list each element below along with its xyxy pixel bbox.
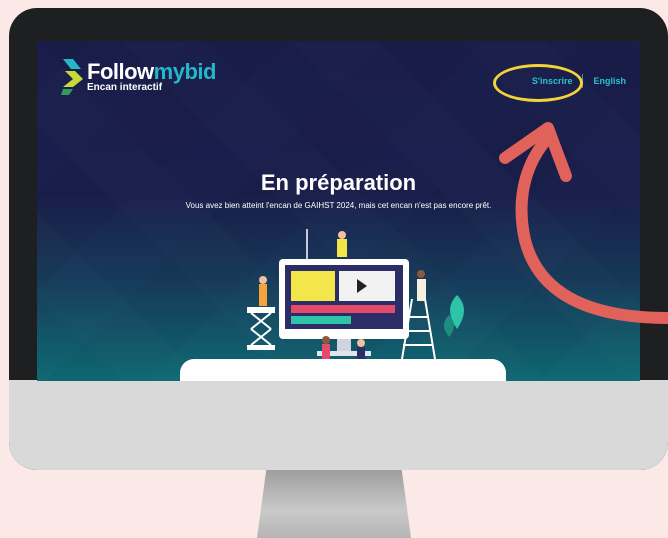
under-construction-illustration (247, 229, 464, 367)
logo-arrow-icon (61, 59, 83, 95)
monitor-stand (257, 470, 411, 538)
page-title: En préparation (260, 170, 417, 195)
logo-name: Followmybid (87, 61, 216, 83)
register-highlight-circle (493, 64, 583, 102)
logo-name-part2: mybid (153, 59, 217, 84)
language-link[interactable]: English (593, 76, 626, 86)
monitor-chin (9, 380, 668, 470)
logo-name-part1: Follow (87, 59, 154, 84)
page-subtitle: Vous avez bien atteint l'encan de GAIHST… (185, 201, 492, 210)
logo-text: Followmybid Encan interactif (87, 61, 216, 94)
followmybid-logo[interactable]: Followmybid Encan interactif (61, 59, 216, 95)
browser-screen: Followmybid Encan interactif S'inscrire … (37, 41, 640, 381)
content-card-top (180, 359, 506, 381)
